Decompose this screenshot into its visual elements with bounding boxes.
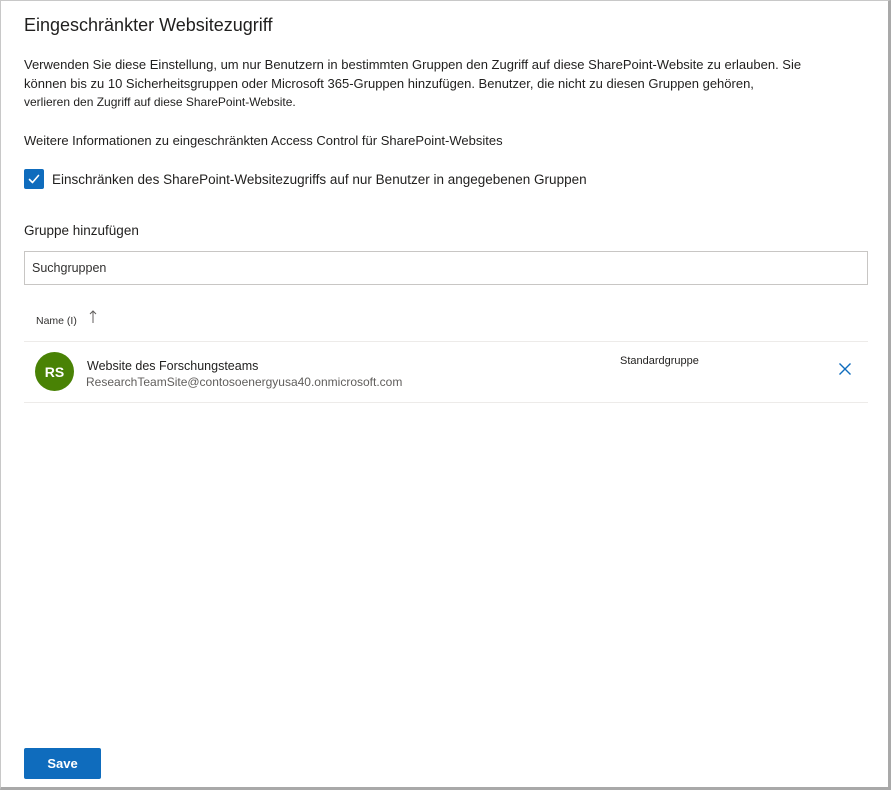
close-icon (839, 363, 851, 375)
learn-more-link[interactable]: Weitere Informationen zu eingeschränkten… (24, 133, 503, 148)
add-group-label: Gruppe hinzufügen (24, 223, 139, 238)
group-name: Website des Forschungsteams (87, 359, 259, 373)
column-header-name[interactable]: Name (I) (36, 310, 97, 329)
restrict-access-checkbox[interactable] (24, 169, 44, 189)
group-type: Standardgruppe (620, 355, 699, 367)
restrict-access-checkbox-row[interactable]: Einschränken des SharePoint-Websitezugri… (24, 169, 587, 189)
table-divider-top (24, 341, 868, 342)
description-line-1: Verwenden Sie diese Einstellung, um nur … (24, 57, 802, 72)
remove-group-button[interactable] (836, 360, 854, 378)
group-search-input[interactable] (24, 251, 868, 285)
description-line-2: können bis zu 10 Sicherheitsgruppen oder… (24, 75, 754, 91)
restrict-access-checkbox-label: Einschränken des SharePoint-Websitezugri… (52, 171, 587, 187)
group-email: ResearchTeamSite@contosoenergyusa40.onmi… (86, 375, 403, 389)
avatar: RS (35, 352, 74, 391)
table-divider-bottom (24, 402, 868, 403)
arrow-up-icon (89, 310, 97, 327)
panel-description: Verwenden Sie diese Einstellung, um nur … (24, 56, 804, 112)
settings-panel: Eingeschränkter Websitezugriff Verwenden… (0, 0, 891, 790)
panel-title: Eingeschränkter Websitezugriff (24, 15, 273, 35)
checkmark-icon (28, 174, 40, 184)
column-header-name-label: Name (I) (36, 314, 77, 327)
save-button[interactable]: Save (24, 748, 101, 779)
description-line-3: verlieren den Zugriff auf diese SharePoi… (24, 95, 296, 109)
